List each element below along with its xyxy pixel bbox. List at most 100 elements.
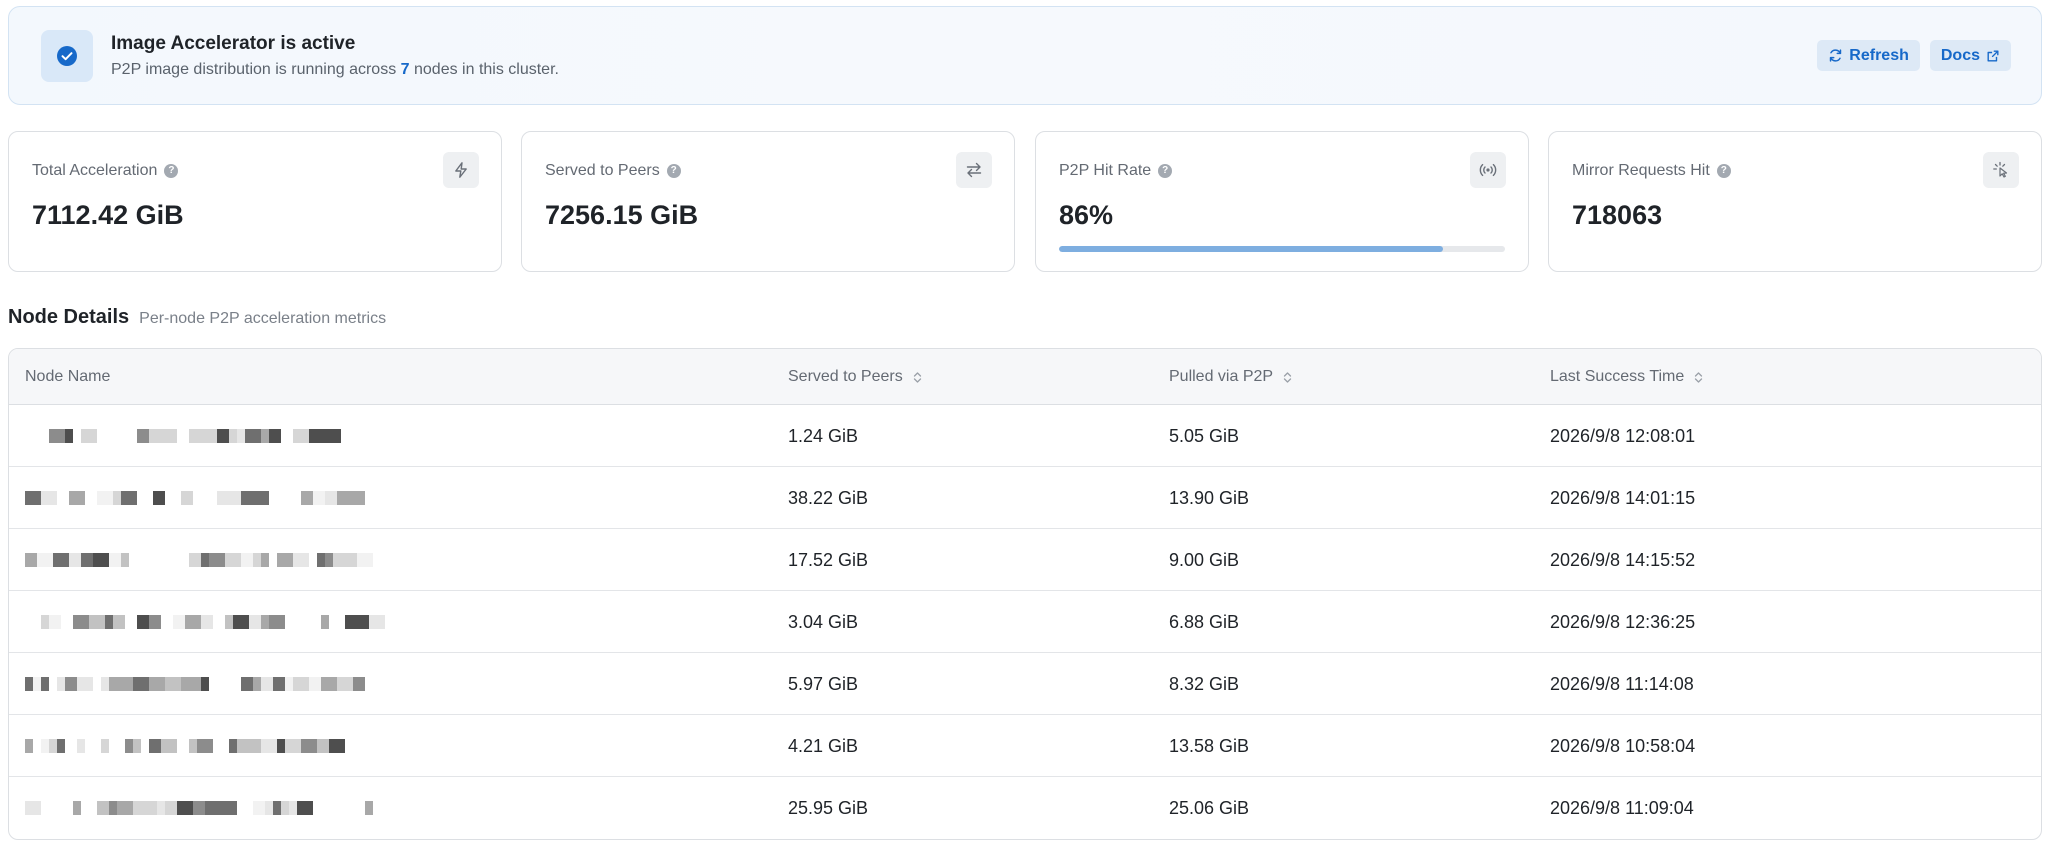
redacted-node-name: [25, 677, 385, 691]
served-cell: 4.21 GiB: [788, 735, 859, 756]
redaction-block: [365, 801, 373, 815]
redaction-block: [141, 739, 149, 753]
redaction-block: [185, 615, 201, 629]
time-cell: 2026/9/8 14:15:52: [1550, 549, 1696, 570]
redaction-block: [285, 739, 301, 753]
redaction-block: [353, 615, 369, 629]
redaction-block: [97, 429, 109, 443]
redaction-block: [37, 429, 49, 443]
redaction-block: [173, 491, 181, 505]
banner-subtitle-prefix: P2P image distribution is running across: [111, 61, 397, 78]
stat-value: 718063: [1572, 200, 1663, 230]
help-icon[interactable]: ?: [164, 164, 179, 178]
redaction-block: [49, 429, 65, 443]
pulled-cell: 9.00 GiB: [1169, 549, 1240, 570]
redaction-block: [353, 677, 365, 691]
redaction-block: [25, 553, 37, 567]
redaction-block: [33, 739, 41, 753]
sort-icon[interactable]: [913, 371, 922, 384]
stat-card-served-to-peers: Served to Peers ? 7256.15 GiB: [521, 131, 1015, 272]
redaction-block: [49, 615, 61, 629]
pulled-cell: 6.88 GiB: [1169, 611, 1240, 632]
sort-icon[interactable]: [1283, 371, 1292, 384]
column-header-served-to-peers[interactable]: Served to Peers: [788, 349, 922, 405]
redaction-block: [321, 677, 337, 691]
redaction-block: [341, 801, 357, 815]
node-name-cell: [25, 777, 385, 839]
redaction-block: [261, 553, 269, 567]
redaction-block: [85, 491, 97, 505]
redaction-block: [173, 553, 189, 567]
redaction-block: [277, 615, 285, 629]
redaction-block: [165, 677, 181, 691]
redaction-block: [229, 677, 241, 691]
redaction-block: [325, 491, 337, 505]
stat-label: Mirror Requests Hit ?: [1572, 162, 1731, 180]
redaction-block: [333, 553, 345, 567]
redaction-block: [269, 615, 277, 629]
redaction-block: [233, 615, 249, 629]
redaction-block: [209, 491, 217, 505]
redaction-block: [65, 739, 77, 753]
redaction-block: [309, 429, 325, 443]
redaction-block: [113, 491, 121, 505]
docs-button[interactable]: Docs: [1929, 40, 2011, 71]
redaction-block: [53, 801, 65, 815]
refresh-button[interactable]: Refresh: [1817, 40, 1920, 71]
redaction-block: [317, 553, 325, 567]
pulled-cell: 25.06 GiB: [1169, 797, 1250, 818]
redaction-block: [237, 801, 253, 815]
time-cell: 2026/9/8 10:58:04: [1550, 735, 1696, 756]
redaction-block: [161, 739, 177, 753]
redaction-block: [133, 801, 145, 815]
banner-subtitle: P2P image distribution is running across…: [111, 61, 559, 79]
column-header-pulled-via-p2p[interactable]: Pulled via P2P: [1169, 349, 1292, 405]
redaction-block: [69, 553, 81, 567]
stat-value: 7256.15 GiB: [545, 200, 699, 230]
redaction-block: [109, 677, 117, 691]
redaction-block: [137, 429, 149, 443]
redaction-block: [73, 429, 81, 443]
help-icon[interactable]: ?: [1716, 164, 1731, 178]
redaction-block: [25, 677, 33, 691]
served-cell: 1.24 GiB: [788, 425, 859, 446]
redaction-block: [77, 739, 85, 753]
redaction-block: [189, 553, 201, 567]
redaction-block: [253, 677, 261, 691]
help-icon[interactable]: ?: [1158, 164, 1173, 178]
time-cell: 2026/9/8 11:14:08: [1550, 673, 1694, 694]
redaction-block: [165, 801, 177, 815]
stat-label-text: Mirror Requests Hit: [1572, 162, 1710, 179]
external-link-icon: [1987, 49, 1999, 62]
served-cell: 17.52 GiB: [788, 549, 869, 570]
redaction-block: [101, 677, 109, 691]
redaction-block: [309, 615, 321, 629]
stats-row: Total Acceleration ? 7112.42 GiB Served …: [8, 131, 2042, 272]
redacted-node-name: [25, 429, 385, 443]
redaction-block: [261, 615, 269, 629]
redaction-block: [41, 615, 49, 629]
redaction-block: [161, 553, 173, 567]
column-header-last-success-time[interactable]: Last Success Time: [1550, 349, 1703, 405]
redaction-block: [69, 491, 85, 505]
column-header-label: Node Name: [25, 368, 111, 385]
redaction-block: [213, 739, 229, 753]
redaction-block: [137, 615, 149, 629]
redaction-block: [229, 491, 241, 505]
redaction-block: [313, 491, 325, 505]
node-name-cell: [25, 591, 385, 653]
redaction-block: [273, 801, 281, 815]
redaction-block: [89, 615, 105, 629]
help-icon[interactable]: ?: [666, 164, 681, 178]
redaction-block: [121, 553, 129, 567]
redaction-block: [153, 491, 165, 505]
redaction-block: [293, 429, 309, 443]
redaction-block: [133, 677, 149, 691]
redaction-block: [25, 491, 41, 505]
redaction-block: [249, 615, 261, 629]
redaction-block: [253, 491, 269, 505]
sort-icon[interactable]: [1694, 371, 1703, 384]
stat-label: P2P Hit Rate ?: [1059, 162, 1173, 180]
redaction-block: [117, 801, 133, 815]
redacted-node-name: [25, 615, 385, 629]
